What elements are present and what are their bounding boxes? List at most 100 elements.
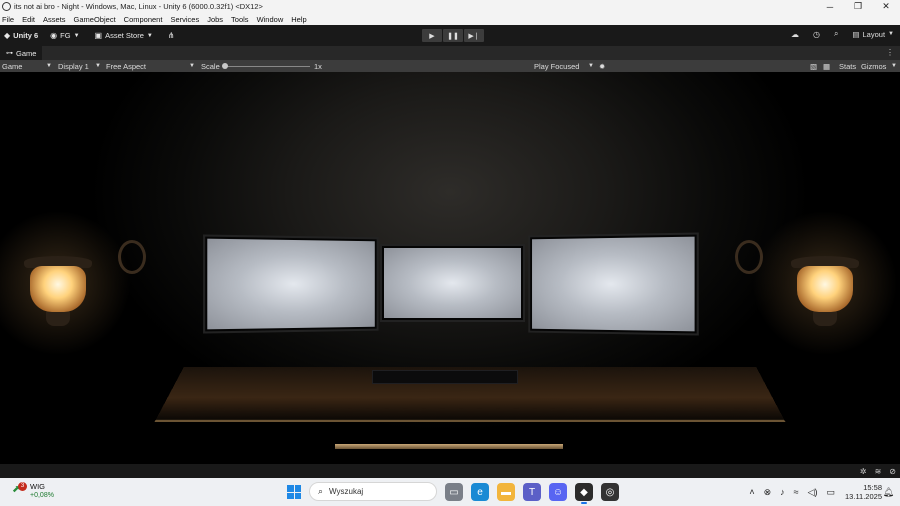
stock-name: WIG [30,482,45,491]
menu-component[interactable]: Component [124,15,163,24]
history-icon[interactable]: ◷ [813,30,820,39]
search-icon[interactable]: ⌕ [834,29,838,39]
no-debug-icon[interactable]: ✲ [860,467,867,476]
chevron-down-icon: ▼ [189,63,195,69]
menu-help[interactable]: Help [291,15,306,24]
battery-icon[interactable]: ▭ [827,487,836,498]
clock-date: 13.11.2025 [845,492,882,501]
branch-icon: ⋔ [167,31,175,40]
menu-gameobject[interactable]: GameObject [74,15,116,24]
asset-store-dropdown[interactable]: ▣ Asset Store ▼ [95,31,156,40]
account-icon: ◉ [50,31,58,40]
volume-icon[interactable]: ◁) [808,487,818,498]
view-select-value: Game [2,61,23,71]
shortcuts-icon[interactable]: ▦ [823,60,833,72]
minimize-button[interactable]: ─ [816,2,844,12]
scale-value: 1x [314,61,322,71]
task-view-icon[interactable]: ▭ [445,483,463,501]
gizmos-label: Gizmos [861,61,887,71]
menu-window[interactable]: Window [257,15,284,24]
taskbar-search[interactable]: ⌕ Wyszukaj [309,482,437,501]
stock-widget[interactable]: ⬈ 3 WIG +0,08% [12,482,54,500]
menu-tools[interactable]: Tools [231,15,249,24]
steam-icon[interactable]: ◎ [601,483,619,501]
discord-icon[interactable]: ☺ [549,483,567,501]
account-label: FG [60,31,71,40]
play-button[interactable]: ▶ [422,29,442,42]
asset-store-label: Asset Store [105,31,144,40]
scale-slider-handle[interactable] [222,63,228,69]
title-bar: its not ai bro - Night - Windows, Mac, L… [0,0,900,13]
stack-icon[interactable]: ≋ [875,467,882,476]
windows-start-icon[interactable] [287,485,301,499]
display-select[interactable]: Display 1 ▼ [58,60,101,72]
toolbar-right: ☁ ◷ ⌕ ▤ Layout ▼ [777,29,894,39]
chevron-down-icon: ▼ [46,63,52,69]
restore-button[interactable]: ❐ [844,1,872,12]
layout-dropdown[interactable]: ▤ Layout ▼ [852,30,894,39]
tab-game[interactable]: ⊶ Game [0,46,43,60]
search-placeholder: Wyszukaj [329,487,364,496]
bug-icon[interactable]: ✹ [599,60,609,72]
stats-button[interactable]: Stats [839,60,857,72]
scene-lamp-right [743,208,900,358]
chevron-down-icon: ▼ [891,63,897,69]
chevron-down-icon: ▼ [73,32,80,39]
menu-assets[interactable]: Assets [43,15,66,24]
static-screen-left [207,238,375,330]
scene-lamp-left [0,208,140,358]
layout-label: Layout [862,29,886,39]
game-viewport[interactable] [0,72,900,464]
scene-monitor-left [203,234,379,334]
version-control-button[interactable]: ⋔ [168,31,178,40]
menu-file[interactable]: File [2,15,14,24]
scale-slider-track[interactable] [226,66,310,67]
mute-audio-icon[interactable]: ▧ [810,60,820,72]
menu-jobs[interactable]: Jobs [207,15,223,24]
cloud-icon[interactable]: ☁ [791,30,799,39]
chevron-down-icon: ▼ [95,63,101,69]
file-explorer-icon[interactable]: ▬ [497,483,515,501]
display-select-value: Display 1 [58,61,89,71]
scene-front-bar [335,444,563,449]
unity-button[interactable]: ◆ Unity 6 [4,31,38,40]
menu-edit[interactable]: Edit [22,15,35,24]
more-options-icon[interactable]: ⋮ [886,48,894,57]
no-network-icon[interactable]: ⊗ [764,487,772,498]
play-mode-select[interactable]: Play Focused ▼ [534,60,594,72]
tab-bar: ⊶ Game ⋮ [0,46,900,60]
gizmos-dropdown[interactable]: Gizmos ▼ [861,60,897,72]
chevron-up-icon[interactable]: ˄ [749,487,754,497]
close-button[interactable]: ✕ [872,1,900,12]
menu-services[interactable]: Services [170,15,199,24]
scene-monitor-right [528,232,699,336]
pinned-apps: ▭ e ▬ T ☺ ◆ ◎ [445,483,627,504]
system-tray: ˄ ⊗ ♪ ≈ ◁) ▭ 15:58 13.11.2025 [740,483,882,501]
view-select[interactable]: Game ▼ [2,60,52,72]
unity-label: Unity 6 [13,31,39,40]
edge-icon[interactable]: e [471,483,489,501]
pause-button[interactable]: ❚❚ [443,29,463,42]
play-mode-select-value: Play Focused [534,61,580,71]
teams-icon[interactable]: T [523,483,541,501]
unity-app-icon [2,2,11,11]
tab-game-label: Game [16,48,37,58]
layout-icon: ▤ [852,29,860,39]
static-screen-center [384,248,521,318]
clock-time: 15:58 [863,483,882,492]
step-button[interactable]: ▶❘ [464,29,484,42]
clock[interactable]: 15:58 13.11.2025 [845,483,882,501]
window-title: its not ai bro - Night - Windows, Mac, L… [14,2,263,11]
game-view-toolbar: Game ▼ Display 1 ▼ Free Aspect ▼ Scale 1… [0,60,900,72]
unity-taskbar-icon[interactable]: ◆ [575,483,593,504]
aspect-select[interactable]: Free Aspect ▼ [106,60,195,72]
microphone-icon[interactable]: ♪ [780,487,785,497]
menu-bar: File Edit Assets GameObject Component Se… [0,13,900,25]
gamepad-icon: ⊶ [6,50,13,57]
wifi-icon[interactable]: ≈ [794,487,799,497]
windows-taskbar: ⬈ 3 WIG +0,08% ⌕ Wyszukaj ▭ e ▬ T ☺ ◆ ◎ … [0,478,900,506]
account-dropdown[interactable]: ◉ FG ▼ [50,31,82,40]
aspect-select-value: Free Aspect [106,61,147,71]
check-circle-icon[interactable]: ⊘ [889,467,896,476]
notification-bell-icon[interactable]: 🔔︎ [883,487,894,498]
